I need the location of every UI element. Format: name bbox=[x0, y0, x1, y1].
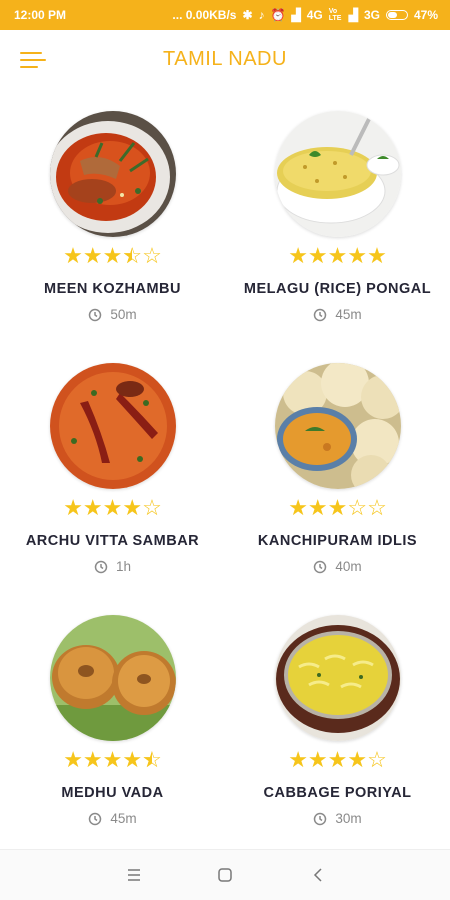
recipe-time-value: 30m bbox=[335, 811, 362, 826]
recipe-name: MELAGU (RICE) PONGAL bbox=[243, 281, 432, 297]
rating-stars: ★★★☆☆ bbox=[288, 495, 387, 520]
recent-apps-icon[interactable] bbox=[124, 865, 144, 885]
clock-icon bbox=[314, 812, 327, 825]
recipe-time-value: 40m bbox=[335, 559, 362, 574]
recipe-image-medhu-vada bbox=[49, 615, 176, 741]
recipe-name: ARCHU VITTA SAMBAR bbox=[25, 533, 200, 549]
bluetooth-icon: ✱ bbox=[242, 8, 253, 22]
recipe-time-value: 45m bbox=[335, 307, 362, 322]
recipe-time: 40m bbox=[225, 559, 450, 574]
battery-level: 47% bbox=[413, 8, 438, 22]
rating-stars: ★★★★★ bbox=[288, 243, 387, 268]
recipe-card-kanchipuram-idlis[interactable]: ★★★☆☆ KANCHIPURAM IDLIS 40m bbox=[225, 347, 450, 597]
recipe-image-meen-kozhambu bbox=[49, 111, 176, 237]
recipe-name: CABBAGE PORIYAL bbox=[263, 785, 412, 801]
bell-icon: ♪ bbox=[258, 8, 265, 22]
rating-stars: ★★★★☆☆ bbox=[63, 243, 162, 268]
signal-icon: ▟ bbox=[291, 8, 301, 22]
recipe-name: MEEN KOZHAMBU bbox=[44, 281, 181, 297]
recipe-time: 1h bbox=[0, 559, 225, 574]
clock-icon bbox=[89, 812, 102, 825]
clock-icon bbox=[94, 560, 108, 573]
volte-label: Vo LTE bbox=[328, 8, 342, 22]
recipe-time-value: 45m bbox=[110, 811, 137, 826]
alarm-icon: ⏰ bbox=[270, 8, 286, 22]
clock-icon bbox=[89, 308, 102, 321]
page-title: TAMIL NADU bbox=[163, 48, 287, 70]
recipe-name: KANCHIPURAM IDLIS bbox=[257, 533, 418, 549]
system-nav-bar bbox=[0, 849, 450, 900]
app-bar: TAMIL NADU bbox=[0, 30, 450, 90]
clock-icon bbox=[314, 308, 327, 321]
recipe-image-kanchipuram-idlis bbox=[274, 363, 401, 489]
rating-stars: ★★★★☆ bbox=[288, 747, 387, 772]
rating-stars: ★★★★★☆ bbox=[63, 747, 162, 772]
status-bar: 12:00 PM ... 0.00KB/s ✱ ♪ ⏰ ▟ 4G Vo LTE … bbox=[0, 0, 450, 30]
recipe-image-archu-vitta-sambar bbox=[49, 363, 176, 489]
recipe-card-meen-kozhambu[interactable]: ★★★★☆☆ MEEN KOZHAMBU 50m bbox=[0, 95, 225, 345]
recipe-time: 45m bbox=[225, 307, 450, 322]
net-speed: ... 0.00KB/s bbox=[172, 8, 237, 22]
recipe-name: MEDHU VADA bbox=[61, 785, 164, 801]
home-icon[interactable] bbox=[215, 865, 235, 885]
rating-stars: ★★★★☆ bbox=[63, 495, 162, 520]
recipe-card-cabbage-poriyal[interactable]: ★★★★☆ CABBAGE PORIYAL 30m bbox=[225, 599, 450, 849]
recipe-time: 45m bbox=[0, 811, 225, 826]
recipe-card-melagu-pongal[interactable]: ★★★★★ MELAGU (RICE) PONGAL 45m bbox=[225, 95, 450, 345]
recipe-time: 50m bbox=[0, 307, 225, 322]
battery-icon bbox=[385, 10, 408, 20]
signal-4g: 4G bbox=[306, 8, 323, 22]
recipe-time: 30m bbox=[225, 811, 450, 826]
signal-icon-2: ▟ bbox=[348, 8, 358, 22]
clock-icon bbox=[314, 560, 327, 573]
status-icons: ... 0.00KB/s ✱ ♪ ⏰ ▟ 4G Vo LTE ▟ 3G 47% bbox=[172, 8, 438, 22]
recipe-card-medhu-vada[interactable]: ★★★★★☆ MEDHU VADA 45m bbox=[0, 599, 225, 849]
recipe-card-archu-vitta-sambar[interactable]: ★★★★☆ ARCHU VITTA SAMBAR 1h bbox=[0, 347, 225, 597]
status-time: 12:00 PM bbox=[14, 8, 67, 22]
recipe-image-cabbage-poriyal bbox=[274, 615, 401, 741]
recipe-time-value: 1h bbox=[115, 559, 132, 574]
signal-3g: 3G bbox=[363, 8, 380, 22]
back-icon[interactable] bbox=[308, 865, 328, 885]
recipe-time-value: 50m bbox=[110, 307, 137, 322]
recipe-image-melagu-pongal bbox=[274, 111, 401, 237]
